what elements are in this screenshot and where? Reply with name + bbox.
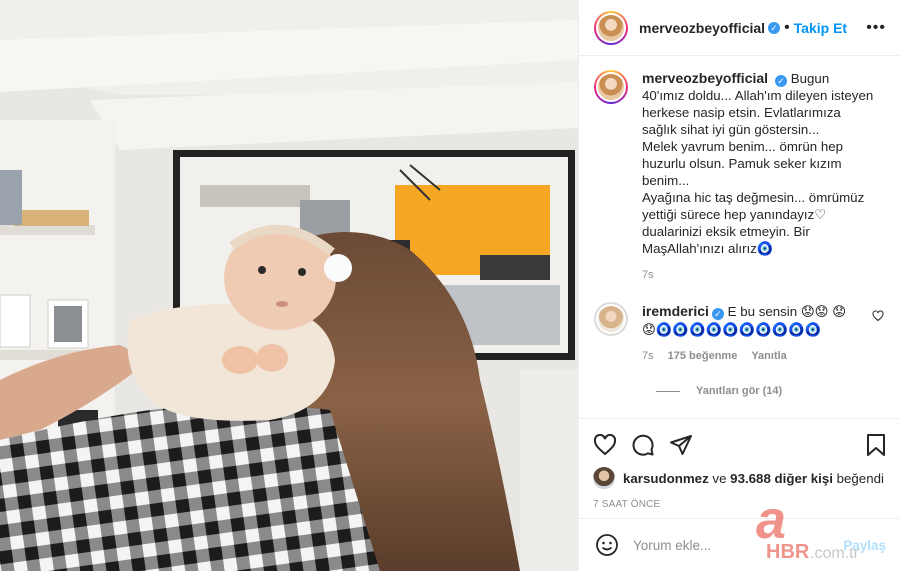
liker-avatar[interactable] — [593, 467, 615, 489]
comment-icon[interactable] — [631, 433, 655, 457]
emoji-icon[interactable] — [595, 533, 619, 557]
post-comment-button[interactable]: Paylaş — [843, 538, 886, 553]
likes-others[interactable]: 93.688 diğer kişi — [730, 471, 833, 486]
posted-time[interactable]: 7 SAAT ÖNCE — [593, 499, 888, 510]
action-icons — [593, 419, 888, 471]
comment-input[interactable]: Yorum ekle... — [633, 538, 843, 553]
post-side-panel: merveozbeyofficial ✓ • Takip Et ••• merv… — [578, 0, 900, 571]
add-comment-bar: Yorum ekle... Paylaş — [579, 518, 900, 571]
caption-author-username[interactable]: merveozbeyofficial — [642, 70, 768, 86]
verified-badge-icon: ✓ — [711, 308, 724, 320]
caption-author-avatar[interactable] — [594, 70, 628, 104]
share-icon[interactable] — [669, 433, 693, 457]
commenter-avatar[interactable] — [594, 302, 628, 336]
liker-username[interactable]: karsudonmez — [623, 471, 709, 486]
comment-body: iremderici ✓ E bu sensin 😟😟 😟😟🧿🧿🧿🧿🧿🧿🧿🧿🧿🧿 … — [642, 302, 852, 365]
comment-time[interactable]: 7s — [642, 347, 654, 365]
likes-summary: karsudonmez ve 93.688 diğer kişi beğendi — [593, 467, 888, 489]
bookmark-icon[interactable] — [864, 433, 888, 457]
replies-divider — [656, 390, 680, 392]
photo-illustration — [0, 0, 578, 571]
comment-item: iremderici ✓ E bu sensin 😟😟 😟😟🧿🧿🧿🧿🧿🧿🧿🧿🧿🧿 … — [594, 302, 884, 365]
likes-text: karsudonmez ve 93.688 diğer kişi beğendi — [623, 471, 884, 486]
heart-icon[interactable] — [593, 433, 617, 457]
comment-meta: 7s 175 beğenme Yanıtla — [642, 347, 852, 365]
caption-time[interactable]: 7s — [642, 267, 874, 284]
author-avatar[interactable] — [594, 10, 628, 45]
post-caption: merveozbeyofficial ✓ Bugun 40'ımız doldu.… — [594, 70, 884, 284]
post-header: merveozbeyofficial ✓ • Takip Et ••• — [579, 0, 900, 56]
likes-joiner: ve — [712, 470, 727, 486]
comment-likes[interactable]: 175 beğenme — [668, 347, 738, 365]
post-photo[interactable] — [0, 0, 578, 571]
caption-text: Bugun 40'ımız doldu... Allah'ım dileyen … — [642, 71, 874, 256]
commenter-username[interactable]: iremderici — [642, 303, 709, 319]
likes-suffix: beğendi — [836, 470, 884, 486]
verified-badge-icon: ✓ — [768, 21, 781, 34]
verified-badge-icon: ✓ — [775, 75, 788, 87]
view-replies[interactable]: Yanıtları gör (14) — [656, 385, 884, 397]
caption-body: merveozbeyofficial ✓ Bugun 40'ımız doldu.… — [642, 70, 874, 284]
reply-button[interactable]: Yanıtla — [751, 347, 786, 365]
post-actions: karsudonmez ve 93.688 diğer kişi beğendi… — [579, 418, 900, 510]
separator-dot: • — [784, 18, 790, 36]
more-icon[interactable]: ••• — [866, 19, 886, 37]
follow-button[interactable]: Takip Et — [794, 20, 847, 36]
comments-list: merveozbeyofficial ✓ Bugun 40'ımız doldu.… — [579, 56, 900, 418]
author-username[interactable]: merveozbeyofficial — [639, 20, 765, 36]
comment-heart-icon[interactable] — [872, 310, 884, 322]
view-replies-label[interactable]: Yanıtları gör (14) — [696, 385, 782, 397]
